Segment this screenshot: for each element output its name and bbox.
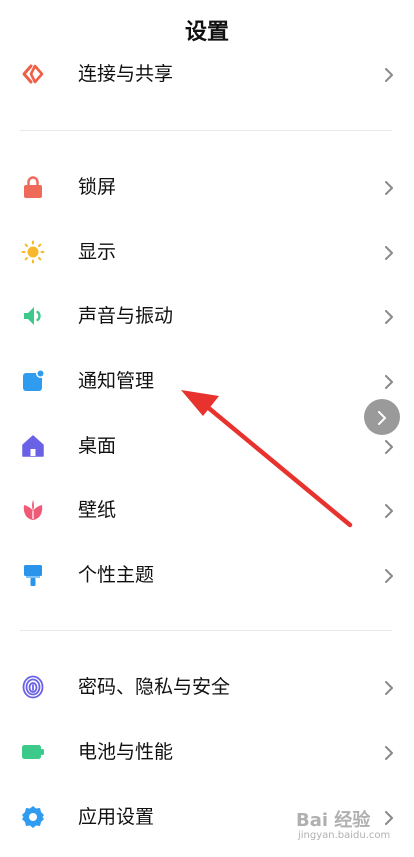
chevron-right-icon (383, 180, 395, 195)
settings-item-label: 壁纸 (78, 499, 117, 521)
settings-item-lock-screen[interactable]: 锁屏 (0, 157, 414, 217)
settings-item-label: 显示 (78, 241, 117, 263)
speaker-icon (21, 304, 45, 328)
settings-item-home-screen[interactable]: 桌面 (0, 416, 414, 476)
settings-item-label: 通知管理 (78, 370, 155, 392)
chevron-right-icon (383, 309, 395, 324)
settings-item-wallpaper[interactable]: 壁纸 (0, 480, 414, 540)
chevron-right-icon (383, 680, 395, 695)
chevron-right-icon (383, 745, 395, 760)
settings-item-themes[interactable]: 个性主题 (0, 545, 414, 605)
lock-icon (21, 175, 45, 199)
floating-assist-button[interactable] (364, 399, 400, 435)
settings-item-sound-vibration[interactable]: 声音与振动 (0, 286, 414, 346)
baidu-jingyan-watermark: Bai 经验 jingyan.baidu.com (296, 806, 408, 846)
fingerprint-icon (21, 675, 45, 699)
chevron-right-icon (376, 410, 388, 425)
settings-item-notification-management[interactable]: 通知管理 (0, 351, 414, 411)
chevron-right-icon (383, 67, 395, 82)
settings-item-label: 声音与振动 (78, 305, 174, 327)
section-divider (20, 630, 392, 631)
gear-icon (21, 805, 45, 829)
settings-item-battery-performance[interactable]: 电池与性能 (0, 722, 414, 782)
chevron-right-icon (383, 568, 395, 583)
settings-item-label: 桌面 (78, 435, 117, 457)
chevron-right-icon (383, 439, 395, 454)
home-icon (21, 434, 45, 458)
brush-icon (21, 563, 45, 587)
settings-item-display[interactable]: 显示 (0, 222, 414, 282)
settings-item-label: 个性主题 (78, 564, 155, 586)
battery-icon (21, 740, 45, 764)
chevron-right-icon (383, 374, 395, 389)
sun-icon (21, 240, 45, 264)
settings-item-label: 应用设置 (78, 806, 155, 828)
settings-item-label: 连接与共享 (78, 63, 174, 85)
watermark-site: jingyan.baidu.com (298, 830, 391, 841)
flower-icon (21, 498, 45, 522)
share-icon (21, 62, 45, 86)
settings-item-label: 密码、隐私与安全 (78, 676, 231, 698)
watermark-brand: Bai 经验 (296, 810, 371, 831)
settings-item-label: 电池与性能 (78, 741, 174, 763)
settings-item-connection-sharing[interactable]: 连接与共享 (0, 44, 414, 104)
notification-icon (21, 369, 45, 393)
chevron-right-icon (383, 503, 395, 518)
settings-item-label: 锁屏 (78, 176, 117, 198)
chevron-right-icon (383, 245, 395, 260)
settings-item-password-privacy-security[interactable]: 密码、隐私与安全 (0, 657, 414, 717)
section-divider (20, 130, 392, 131)
